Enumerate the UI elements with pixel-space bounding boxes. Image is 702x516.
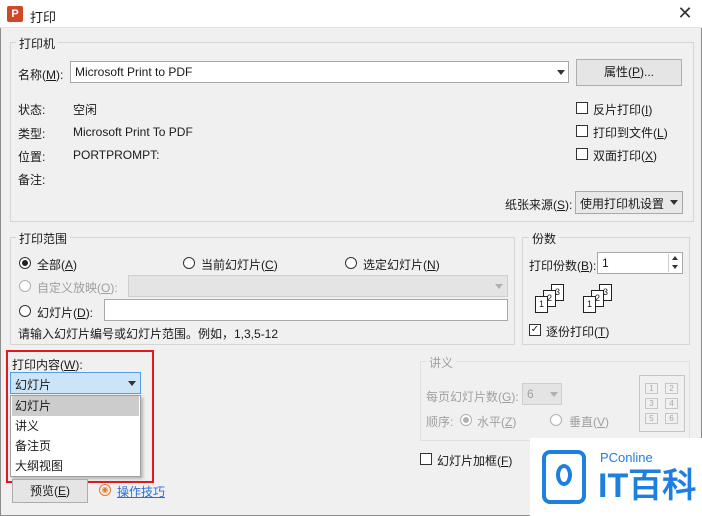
type-value: Microsoft Print To PDF [73,125,193,139]
highlight-annotation [6,350,154,483]
watermark-logo-ring [556,464,572,486]
printer-name-label: 名称(M): [18,68,64,82]
paper-source-select[interactable]: 使用打印机设置 [575,191,683,214]
collate-pages-icon: 3 2 1 [535,284,565,314]
chevron-down-icon [557,70,565,75]
chevron-down-icon [495,284,503,289]
tips-link[interactable]: 操作技巧 [117,483,165,500]
order-horizontal-radio[interactable] [460,414,472,426]
preview-button[interactable]: 预览(E) [12,479,88,503]
layout-cell: 6 [665,413,678,424]
app-logo-icon: P [7,6,23,22]
chevron-up-icon[interactable] [672,256,678,260]
per-page-value: 6 [527,387,534,401]
properties-button[interactable]: 属性(P)... [576,59,682,86]
watermark-logo [542,450,586,504]
range-custom-radio[interactable] [19,280,31,292]
range-group-title: 打印范围 [16,230,71,247]
frame-slides-label: 幻灯片加框(F) [437,454,513,468]
order-vertical-radio[interactable] [550,414,562,426]
layout-cell: 3 [645,398,658,409]
close-icon[interactable]: ✕ [674,2,696,24]
printer-name-value: Microsoft Print to PDF [75,65,193,79]
watermark-top-text: PConline [600,450,653,465]
layout-cell: 5 [645,413,658,424]
location-label: 位置: [18,150,46,164]
reverse-print-label: 反片打印(I) [593,103,653,117]
duplex-checkbox[interactable] [576,148,588,160]
duplex-label: 双面打印(X) [593,149,658,163]
lightbulb-icon[interactable]: ◉ [99,484,111,496]
paper-source-value: 使用打印机设置 [580,197,665,211]
frame-slides-checkbox[interactable] [420,453,432,465]
range-custom-label: 自定义放映(O): [37,281,118,295]
range-selection-radio[interactable] [345,257,357,269]
layout-cell: 2 [665,383,678,394]
range-slides-label: 幻灯片(D): [37,306,94,320]
chevron-down-icon [550,392,558,397]
handout-group-title: 讲义 [426,354,457,371]
range-hint: 请输入幻灯片编号或幻灯片范围。例如，1,3,5-12 [18,327,279,341]
collate-checkbox[interactable]: ✓ [529,324,541,336]
printer-name-select[interactable]: Microsoft Print to PDF [70,61,569,83]
print-to-file-checkbox[interactable] [576,125,588,137]
slides-range-input[interactable] [104,299,508,321]
layout-cell: 4 [665,398,678,409]
range-all-label: 全部(A) [37,258,78,272]
type-label: 类型: [18,127,46,141]
per-page-select[interactable]: 6 [522,383,562,405]
title-bar [0,0,702,28]
order-horizontal-label: 水平(Z) [477,415,517,429]
range-current-label: 当前幻灯片(C) [201,258,278,272]
copies-spinner[interactable] [668,254,681,272]
paper-source-label: 纸张来源(S): [505,198,573,212]
chevron-down-icon [670,200,678,205]
watermark: PConline IT百科 [530,438,702,516]
copies-count-value: 1 [602,256,609,270]
order-vertical-label: 垂直(V) [569,415,610,429]
range-slides-radio[interactable] [19,305,31,317]
per-page-label: 每页幻灯片数(G): [426,390,519,404]
copies-count-label: 打印份数(B): [529,259,597,273]
layout-cell: 1 [645,383,658,394]
chevron-down-icon[interactable] [672,265,678,269]
status-value: 空闲 [73,103,98,117]
range-all-radio[interactable] [19,257,31,269]
page-number: 1 [583,296,596,313]
collate-pages-icon: 3 2 1 [583,284,613,314]
watermark-bottom-text: IT百科 [598,467,697,505]
status-label: 状态: [18,103,46,117]
handout-layout-preview: 1 2 3 4 5 6 [639,375,685,432]
reverse-print-checkbox[interactable] [576,102,588,114]
copies-group-title: 份数 [529,230,560,247]
range-selection-label: 选定幻灯片(N) [363,258,440,272]
page-number: 1 [535,296,548,313]
collate-label: 逐份打印(T) [546,325,610,339]
range-current-radio[interactable] [183,257,195,269]
comment-label: 备注: [18,173,46,187]
window-title: 打印 [30,10,57,25]
custom-show-select[interactable] [128,275,508,297]
printer-group-title: 打印机 [16,35,59,52]
order-label: 顺序: [426,415,454,429]
print-to-file-label: 打印到文件(L) [593,126,668,140]
location-value: PORTPROMPT: [73,148,160,162]
